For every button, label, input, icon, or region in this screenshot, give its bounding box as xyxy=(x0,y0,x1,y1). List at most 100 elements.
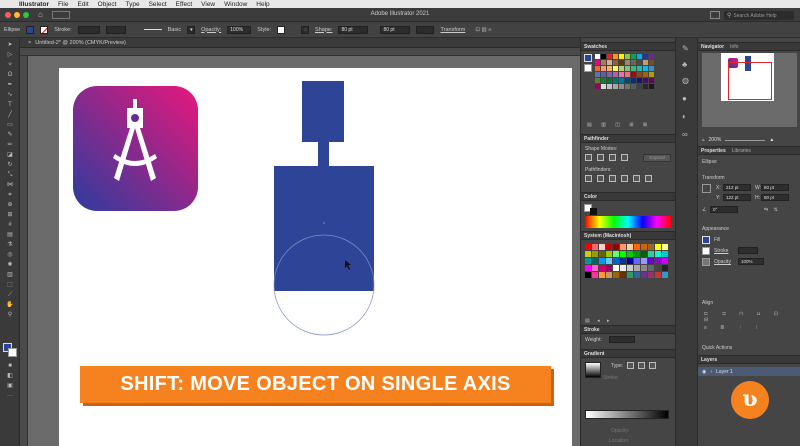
color-spectrum[interactable] xyxy=(585,216,671,228)
swatch-grid[interactable] xyxy=(595,54,661,114)
swatch[interactable] xyxy=(637,72,642,77)
menu-select[interactable]: Select xyxy=(149,1,167,8)
swatch[interactable] xyxy=(641,272,647,278)
swatch[interactable] xyxy=(634,272,640,278)
body-rectangle[interactable] xyxy=(274,166,374,291)
gradient-slider[interactable] xyxy=(585,410,669,419)
navigator-preview[interactable] xyxy=(702,53,797,127)
swatch[interactable] xyxy=(637,60,642,65)
swatch[interactable] xyxy=(613,66,618,71)
gradient-tool-icon[interactable]: ▤ xyxy=(4,231,16,239)
swatch[interactable] xyxy=(634,251,640,257)
gradient-header[interactable]: Gradient xyxy=(581,349,675,358)
exclude-icon[interactable] xyxy=(621,154,628,161)
swatch[interactable] xyxy=(599,265,605,271)
swatch[interactable] xyxy=(655,272,661,278)
screen-mode-icon[interactable]: ▣ xyxy=(4,382,16,390)
mesh-tool-icon[interactable]: # xyxy=(4,221,16,229)
rectangle-tool-icon[interactable]: ▭ xyxy=(4,121,16,129)
swatch[interactable] xyxy=(649,54,654,59)
swatch[interactable] xyxy=(599,251,605,257)
swatch[interactable] xyxy=(595,84,600,89)
menu-type[interactable]: Type xyxy=(125,1,139,8)
align-dropdown[interactable] xyxy=(416,25,435,34)
swatch[interactable] xyxy=(631,66,636,71)
stroke-weight-input[interactable] xyxy=(609,336,635,343)
symbol-sprayer-tool-icon[interactable]: ✺ xyxy=(4,261,16,269)
zoom-slider[interactable] xyxy=(725,139,766,141)
magic-wand-icon[interactable]: ✧ xyxy=(4,61,16,69)
swatch[interactable] xyxy=(585,265,591,271)
shape-builder-tool-icon[interactable]: ⊕ xyxy=(4,201,16,209)
swatch[interactable] xyxy=(613,251,619,257)
linear-gradient-icon[interactable] xyxy=(627,362,634,369)
graphic-styles-icon[interactable]: ◍ xyxy=(682,76,689,85)
swatch[interactable] xyxy=(627,251,633,257)
stroke-swatch[interactable] xyxy=(40,25,49,34)
swatch[interactable] xyxy=(592,251,598,257)
system-swatches-header[interactable]: System (Macintosh) xyxy=(581,231,675,240)
align-icons[interactable]: ⊏ ⊐ ⊓ ⊔ ⊡ ⊟ xyxy=(704,311,800,323)
appearance-fill-swatch[interactable] xyxy=(702,236,710,244)
swatch[interactable] xyxy=(606,272,612,278)
swatch[interactable] xyxy=(662,258,668,264)
swatch[interactable] xyxy=(627,244,633,250)
menu-app-name[interactable]: Illustrator xyxy=(19,1,49,8)
perspective-grid-tool-icon[interactable]: ⊞ xyxy=(4,211,16,219)
selection-tool-icon[interactable]: ➤ xyxy=(4,41,16,49)
swatch[interactable] xyxy=(634,244,640,250)
swatch[interactable] xyxy=(649,78,654,83)
eraser-tool-icon[interactable]: ◪ xyxy=(4,151,16,159)
swatch[interactable] xyxy=(607,54,612,59)
swatch[interactable] xyxy=(627,272,633,278)
swatch[interactable] xyxy=(606,258,612,264)
swatch[interactable] xyxy=(643,60,648,65)
curvature-tool-icon[interactable]: ∿ xyxy=(4,91,16,99)
outline-icon[interactable] xyxy=(633,175,640,182)
fill-swatch[interactable] xyxy=(26,25,35,34)
reference-point-icon[interactable] xyxy=(702,184,711,193)
swatch-actions-icons[interactable]: ▤ ▥ ◫ ⊞ ⊠ xyxy=(587,122,671,128)
swatch[interactable] xyxy=(613,54,618,59)
gradient-preview[interactable] xyxy=(585,362,601,378)
swatch[interactable] xyxy=(662,272,668,278)
swatch[interactable] xyxy=(641,251,647,257)
swatch[interactable] xyxy=(585,272,591,278)
swatch[interactable] xyxy=(592,272,598,278)
type-tool-icon[interactable]: T xyxy=(4,101,16,109)
scale-tool-icon[interactable]: ⤡ xyxy=(4,171,16,179)
flip-icons[interactable]: ⇆ ⇅ xyxy=(764,207,780,213)
swatch[interactable] xyxy=(585,258,591,264)
brushes-icon[interactable]: ✎ xyxy=(682,44,689,53)
swatch[interactable] xyxy=(595,78,600,83)
blend-tool-icon[interactable]: ◎ xyxy=(4,251,16,259)
swatch[interactable] xyxy=(649,66,654,71)
distribute-icons[interactable]: ≡ ≣ ⋮ ⦙ xyxy=(704,325,763,331)
intersect-icon[interactable] xyxy=(609,154,616,161)
lasso-tool-icon[interactable]: ʘ xyxy=(4,71,16,79)
paintbrush-tool-icon[interactable]: ✎ xyxy=(4,131,16,139)
variable-width-field[interactable] xyxy=(105,25,126,34)
shape-height-field[interactable]: 80 pt xyxy=(380,25,411,34)
swatch[interactable] xyxy=(607,72,612,77)
swatch[interactable] xyxy=(637,66,642,71)
swatch[interactable] xyxy=(601,60,606,65)
swatch[interactable] xyxy=(601,78,606,83)
appearance-stroke-field[interactable] xyxy=(738,247,758,254)
free-transform-tool-icon[interactable]: ⌗ xyxy=(4,191,16,199)
swatch[interactable] xyxy=(599,258,605,264)
swatch[interactable] xyxy=(595,72,600,77)
zoom-level[interactable]: 200% xyxy=(709,137,722,143)
merge-icon[interactable] xyxy=(609,175,616,182)
hand-tool-icon[interactable]: ✋ xyxy=(4,301,16,309)
swatch[interactable] xyxy=(643,72,648,77)
opacity-field[interactable]: 100% xyxy=(227,25,252,34)
connector-rectangle[interactable] xyxy=(318,142,329,166)
transform-link[interactable]: Transform xyxy=(440,27,465,33)
swatch[interactable] xyxy=(613,78,618,83)
swatch[interactable] xyxy=(631,54,636,59)
swatch[interactable] xyxy=(613,244,619,250)
menu-view[interactable]: View xyxy=(201,1,215,8)
swatch[interactable] xyxy=(620,258,626,264)
swatch[interactable] xyxy=(595,60,600,65)
